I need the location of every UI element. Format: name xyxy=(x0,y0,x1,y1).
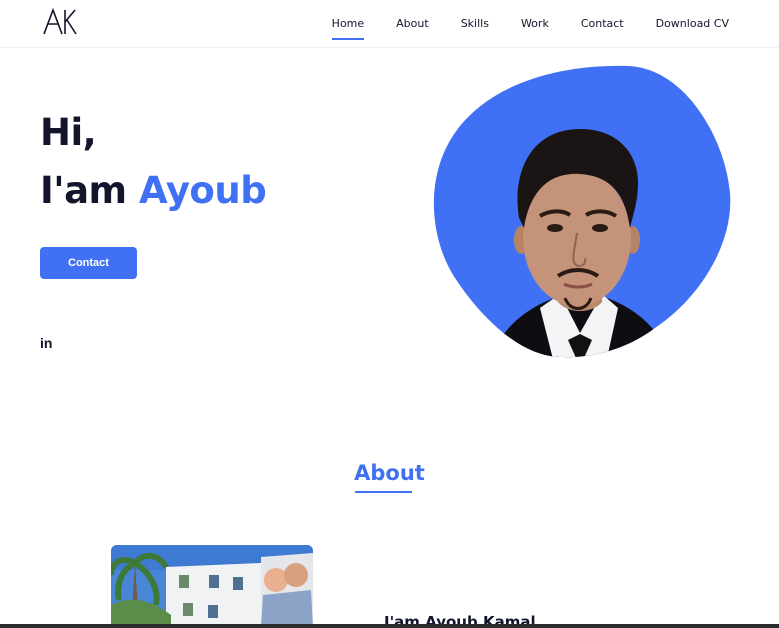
hero-name: I'am Ayoub xyxy=(40,168,267,214)
hero-name-prefix: I'am xyxy=(40,169,139,212)
nav-about[interactable]: About xyxy=(396,17,429,31)
horizontal-scrollbar[interactable] xyxy=(0,624,779,628)
nav-work[interactable]: Work xyxy=(521,17,549,31)
nav-home[interactable]: Home xyxy=(331,17,365,40)
nav-skills[interactable]: Skills xyxy=(461,17,489,31)
profile-photo xyxy=(433,65,731,358)
nav-contact[interactable]: Contact xyxy=(581,17,624,31)
nav-download-cv[interactable]: Download CV xyxy=(656,17,729,31)
linkedin-icon[interactable]: in xyxy=(40,335,52,351)
contact-button[interactable]: Contact xyxy=(40,247,137,279)
hero-name-accent: Ayoub xyxy=(139,169,267,212)
hero-greeting: Hi, xyxy=(40,111,97,154)
main-nav: Home About Skills Work Contact Download … xyxy=(300,0,729,48)
logo-icon[interactable] xyxy=(40,6,80,38)
site-header: Home About Skills Work Contact Download … xyxy=(0,0,779,48)
about-title: About xyxy=(354,461,425,485)
about-photo xyxy=(111,545,313,628)
about-underline xyxy=(355,491,412,493)
